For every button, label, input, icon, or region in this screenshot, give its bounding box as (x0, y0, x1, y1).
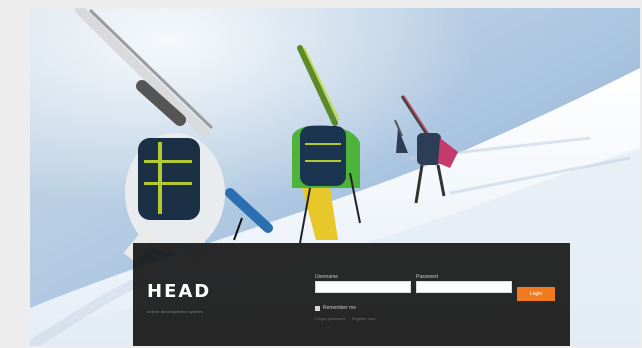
forgot-password-link[interactable]: Forgot password (315, 316, 345, 321)
remember-me-label: Remember me (323, 305, 357, 311)
page-frame: HEAD online development system Username … (30, 8, 640, 346)
remember-me[interactable]: Remember me (315, 305, 356, 311)
remember-me-checkbox[interactable] (315, 305, 320, 311)
auth-links: Forgot password Register now (315, 316, 375, 321)
password-input[interactable] (416, 281, 512, 293)
brand-logo: HEAD online development system (147, 283, 211, 321)
username-label: Username (315, 274, 339, 280)
register-link[interactable]: Register now (352, 316, 375, 321)
brand-logo-text: HEAD (147, 281, 212, 302)
login-button[interactable]: Login (517, 287, 555, 301)
username-input[interactable] (315, 281, 411, 293)
login-panel: HEAD online development system Username … (133, 243, 570, 346)
brand-tagline: online development system (147, 309, 203, 314)
password-label: Password (416, 274, 438, 280)
